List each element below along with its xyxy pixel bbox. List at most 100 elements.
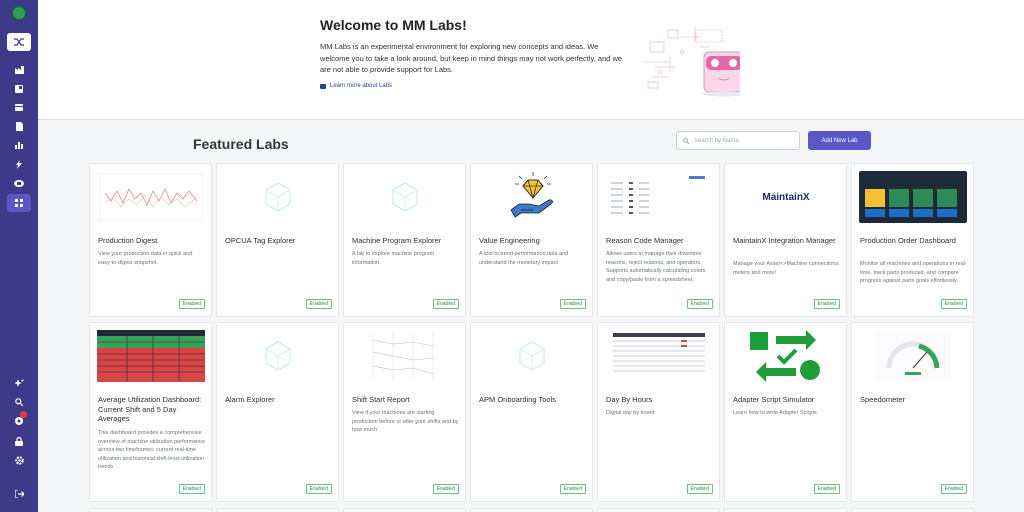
lab-card-partial[interactable] bbox=[597, 508, 720, 512]
sidebar-item-calendar[interactable] bbox=[12, 101, 26, 113]
robot-illustration bbox=[645, 27, 740, 97]
workflow-icon bbox=[750, 330, 820, 382]
search-box[interactable] bbox=[676, 131, 800, 150]
lab-card-day-by-hours[interactable]: Day By Hours Digital day by board Enable… bbox=[597, 322, 720, 502]
sidebar-item-factory[interactable] bbox=[12, 64, 26, 76]
lab-card-alarm-explorer[interactable]: Alarm Explorer Enabled bbox=[216, 322, 339, 502]
lab-card-partial[interactable] bbox=[216, 508, 339, 512]
card-title: Value Engineering bbox=[479, 236, 540, 245]
status-badge: Enabled bbox=[178, 299, 205, 309]
lab-card-partial[interactable] bbox=[89, 508, 212, 512]
sparkle-icon bbox=[14, 378, 23, 387]
sidebar-item-tools[interactable] bbox=[12, 177, 26, 189]
cube-icon bbox=[265, 182, 291, 212]
lab-card-production-digest[interactable]: Production Digest View your production d… bbox=[89, 163, 212, 317]
card-title: Average Utilization Dashboard: Current S… bbox=[98, 395, 202, 423]
lab-card-average-utilization[interactable]: Average Utilization Dashboard: Current S… bbox=[89, 322, 212, 502]
calendar-icon bbox=[15, 104, 23, 111]
sidebar-item-reports[interactable] bbox=[12, 120, 26, 132]
card-title: Speedometer bbox=[860, 395, 906, 404]
cube-icon bbox=[519, 341, 545, 371]
card-description: A lab to explore machine program informa… bbox=[352, 251, 435, 266]
sidebar-item-search[interactable] bbox=[12, 396, 26, 408]
card-description: Manage your Asset<>Machine connections, … bbox=[733, 261, 840, 276]
card-title: Production Digest bbox=[98, 236, 158, 245]
factory-icon bbox=[14, 66, 24, 74]
status-badge: Enabled bbox=[813, 299, 840, 309]
reason-code-thumbnail bbox=[605, 171, 713, 223]
card-description: Learn how to write Adapter Scripts bbox=[733, 410, 817, 416]
bar-chart-icon bbox=[15, 142, 23, 149]
sidebar-item-security[interactable] bbox=[12, 435, 26, 447]
sidebar-item-dashboard[interactable] bbox=[12, 83, 26, 95]
welcome-text: MM Labs is an experimental environment f… bbox=[320, 42, 623, 74]
logout-icon bbox=[14, 490, 24, 498]
learn-more-link[interactable]: Learn more about Labs bbox=[320, 83, 392, 89]
card-description: A tool to trend performance data and und… bbox=[479, 251, 569, 266]
card-title: Adapter Script Simulator bbox=[733, 395, 815, 404]
card-title: APM Onboarding Tools bbox=[479, 395, 556, 404]
lab-card-partial[interactable] bbox=[724, 508, 847, 512]
status-badge: Enabled bbox=[432, 484, 459, 494]
lab-card-partial[interactable] bbox=[343, 508, 466, 512]
document-icon bbox=[15, 121, 23, 131]
lab-card-shift-start-report[interactable]: Shift Start Report View if your machines… bbox=[343, 322, 466, 502]
lab-card-production-order-dashboard[interactable]: Production Order Dashboard Monitor all m… bbox=[851, 163, 974, 317]
status-badge: Enabled bbox=[940, 299, 967, 309]
learn-more-label: Learn more about Labs bbox=[330, 83, 393, 89]
tape-icon bbox=[14, 179, 24, 187]
lab-card-speedometer[interactable]: Speedometer Enabled bbox=[851, 322, 974, 502]
lab-card-reason-code-manager[interactable]: Reason Code Manager Allows users to mana… bbox=[597, 163, 720, 317]
gauge-icon bbox=[875, 330, 951, 382]
search-icon bbox=[15, 398, 23, 406]
cube-icon bbox=[392, 182, 418, 212]
status-badge: Enabled bbox=[305, 299, 332, 309]
lab-card-opcua-tag-explorer[interactable]: OPCUA Tag Explorer Enabled bbox=[216, 163, 339, 317]
sidebar-item-alerts[interactable] bbox=[12, 158, 26, 170]
adapter-script-thumbnail bbox=[732, 330, 840, 382]
lab-card-partial[interactable] bbox=[851, 508, 974, 512]
status-badge: Enabled bbox=[813, 484, 840, 494]
add-new-lab-button[interactable]: Add New Lab bbox=[808, 131, 871, 150]
value-engineering-thumbnail bbox=[478, 171, 586, 223]
card-description: View your production data in quick and e… bbox=[98, 251, 193, 266]
lab-card-maintainx-integration[interactable]: MaintainX MaintainX Integration Manager … bbox=[724, 163, 847, 317]
sidebar-item-settings[interactable] bbox=[12, 454, 26, 466]
cube-placeholder-thumbnail bbox=[351, 171, 459, 223]
card-title: Reason Code Manager bbox=[606, 236, 684, 245]
welcome-banner: Welcome to MM Labs! MM Labs is an experi… bbox=[38, 0, 1024, 120]
book-icon bbox=[320, 83, 326, 89]
cube-placeholder-thumbnail bbox=[224, 171, 332, 223]
sidebar-item-analytics[interactable] bbox=[12, 139, 26, 151]
search-input[interactable] bbox=[694, 137, 794, 144]
sidebar-item-ai[interactable] bbox=[12, 377, 26, 389]
status-badge: Enabled bbox=[559, 299, 586, 309]
lab-card-apm-onboarding-tools[interactable]: APM Onboarding Tools Enabled bbox=[470, 322, 593, 502]
shuffle-button[interactable] bbox=[7, 33, 31, 51]
status-badge: Enabled bbox=[305, 484, 332, 494]
sidebar-item-labs[interactable] bbox=[7, 194, 31, 212]
maintainx-logo-thumbnail: MaintainX bbox=[732, 171, 840, 223]
card-description: Digital day by board bbox=[606, 410, 655, 416]
maintainx-logo: MaintainX bbox=[762, 191, 810, 203]
sidebar-item-logout[interactable] bbox=[12, 488, 26, 500]
status-badge: Enabled bbox=[559, 484, 586, 494]
lab-card-adapter-script-simulator[interactable]: Adapter Script Simulator Learn how to wr… bbox=[724, 322, 847, 502]
gear-icon bbox=[14, 455, 24, 465]
featured-labs-title: Featured Labs bbox=[193, 136, 289, 152]
card-title: Alarm Explorer bbox=[225, 395, 275, 404]
lab-card-value-engineering[interactable]: Value Engineering A tool to trend perfor… bbox=[470, 163, 593, 317]
diamond-hand-icon bbox=[510, 172, 553, 218]
cube-icon bbox=[265, 341, 291, 371]
utilization-thumbnail bbox=[97, 330, 205, 382]
shift-start-thumbnail bbox=[351, 330, 459, 382]
grid-icon bbox=[15, 199, 23, 207]
lightning-icon bbox=[16, 159, 22, 169]
status-badge: Enabled bbox=[432, 299, 459, 309]
card-description: Monitor all machines and operations in r… bbox=[860, 261, 967, 284]
status-badge: Enabled bbox=[686, 484, 713, 494]
lab-card-partial[interactable] bbox=[470, 508, 593, 512]
welcome-title: Welcome to MM Labs! bbox=[320, 17, 467, 33]
app-logo-icon[interactable] bbox=[12, 6, 26, 20]
lab-card-machine-program-explorer[interactable]: Machine Program Explorer A lab to explor… bbox=[343, 163, 466, 317]
